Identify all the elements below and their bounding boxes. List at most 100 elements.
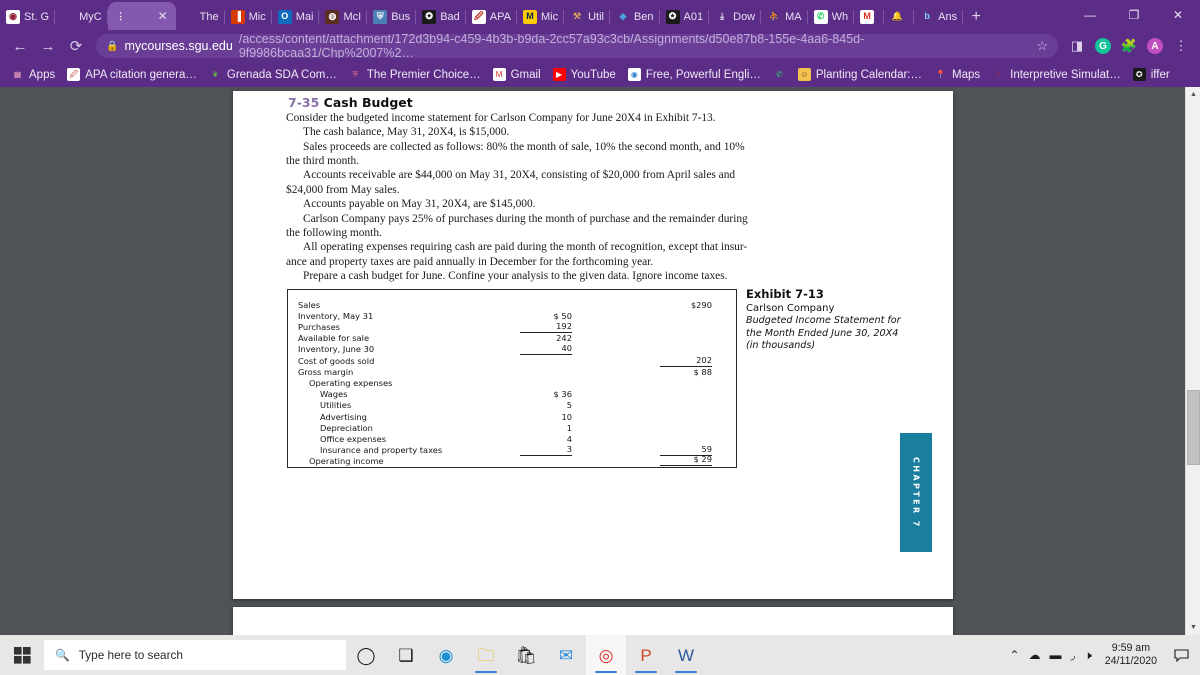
file-explorer-icon[interactable]: 🗀 bbox=[466, 635, 506, 675]
taskbar-clock[interactable]: 9:59 am 24/11/2020 bbox=[1101, 642, 1161, 668]
task-view-icon[interactable]: ❑ bbox=[386, 635, 426, 675]
browser-tab-11[interactable]: ⚒ Util bbox=[564, 3, 610, 30]
generic-page-icon bbox=[182, 10, 196, 24]
statement-col1-value: 1 bbox=[566, 422, 572, 433]
page-scrollbar[interactable]: ▲ ▼ bbox=[1185, 87, 1200, 635]
powerpoint-icon[interactable]: P bbox=[626, 635, 666, 675]
bookmark-label: The Premier Choice… bbox=[366, 68, 481, 81]
back-icon[interactable]: ← bbox=[6, 32, 34, 60]
volume-icon[interactable]: 🕨 bbox=[1084, 648, 1092, 663]
statement-row-label: Gross margin bbox=[298, 366, 354, 377]
bookmark-item-0[interactable]: ▦ Apps bbox=[6, 66, 60, 83]
browser-tab-1[interactable]: MyC bbox=[55, 3, 108, 30]
browser-tab-2[interactable]: ⋮ ✕ bbox=[107, 2, 176, 30]
whatsapp-icon: ✆ bbox=[813, 9, 828, 24]
address-bar[interactable]: 🔒 mycourses.sgu.edu/access/content/attac… bbox=[96, 34, 1058, 58]
exhibit-subtitle-line-1: Budgeted Income Statement for bbox=[746, 315, 901, 326]
bookmark-item-1[interactable]: 🖉 APA citation genera… bbox=[62, 66, 202, 83]
bookmark-item-7[interactable]: ✆ bbox=[768, 66, 791, 83]
youtube-icon: ▶ bbox=[552, 68, 566, 81]
maximize-window-button[interactable]: ❐ bbox=[1112, 0, 1156, 30]
browser-tab-12[interactable]: ◆ Ben bbox=[610, 3, 660, 30]
browser-tab-3[interactable]: The bbox=[176, 3, 225, 30]
bookmark-item-2[interactable]: ❦ Grenada SDA Com… bbox=[204, 66, 342, 83]
statement-row: Operating income $ 29 bbox=[288, 454, 736, 469]
bookmark-item-4[interactable]: M Gmail bbox=[488, 66, 546, 83]
statement-row-label: Available for sale bbox=[298, 333, 370, 344]
pdf-viewer: 7-35 Cash Budget Consider the budgeted i… bbox=[0, 87, 1200, 635]
new-tab-button[interactable]: + bbox=[963, 4, 989, 30]
close-window-button[interactable]: ✕ bbox=[1156, 0, 1200, 30]
bookmark-label: Gmail bbox=[510, 68, 541, 81]
extensions-puzzle-icon[interactable]: 🧩 bbox=[1116, 33, 1142, 59]
battery-icon[interactable]: ▬ bbox=[1050, 648, 1062, 662]
gem-icon: ◆ bbox=[619, 11, 627, 21]
bookmark-item-11[interactable]: ✪ iffer bbox=[1128, 66, 1175, 83]
forward-icon[interactable]: → bbox=[34, 32, 62, 60]
grammarly-icon[interactable]: G bbox=[1090, 33, 1116, 59]
browser-tab-label: Wh bbox=[831, 10, 849, 23]
scrollbar-thumb[interactable] bbox=[1187, 390, 1200, 465]
cortana-icon[interactable]: ◯ bbox=[346, 635, 386, 675]
bookmark-item-10[interactable]: ⅰ Interpretive Simulat… bbox=[987, 66, 1126, 83]
profile-avatar-icon[interactable]: A bbox=[1142, 33, 1168, 59]
bookmark-item-6[interactable]: ◉ Free, Powerful Engli… bbox=[623, 66, 766, 83]
word-icon[interactable]: W bbox=[666, 635, 706, 675]
mail-icon[interactable]: ✉ bbox=[546, 635, 586, 675]
browser-tab-16[interactable]: ✆ Wh bbox=[808, 3, 855, 30]
bookmark-star-icon[interactable]: ☆ bbox=[1036, 38, 1048, 54]
whatsapp-icon: ✆ bbox=[776, 69, 783, 79]
browser-tab-10[interactable]: M Mic bbox=[517, 3, 565, 30]
browser-tab-19[interactable]: b Ans bbox=[914, 3, 964, 30]
browser-tab-17[interactable]: M bbox=[854, 3, 885, 30]
statement-row-label: Inventory, May 31 bbox=[298, 310, 374, 321]
google-chrome-icon[interactable]: ◎ bbox=[586, 635, 626, 675]
mcgraw-icon: ◍ bbox=[325, 9, 340, 24]
browser-tab-6[interactable]: ◍ McI bbox=[319, 3, 367, 30]
statement-row-label: Office expenses bbox=[320, 433, 387, 444]
browser-tab-14[interactable]: ⤓ Dow bbox=[709, 3, 762, 30]
statement-row-label: Wages bbox=[320, 389, 348, 400]
simulation-icon: ⅰ bbox=[997, 69, 1000, 79]
problem-paragraph-4: Accounts payable on May 31, 20X4, are $1… bbox=[303, 198, 536, 211]
clock-date: 24/11/2020 bbox=[1104, 655, 1157, 667]
onedrive-icon[interactable]: ☁ bbox=[1029, 648, 1041, 662]
problem-paragraph-3: Accounts receivable are $44,000 on May 3… bbox=[286, 169, 736, 196]
browser-tab-5[interactable]: O Mai bbox=[272, 3, 320, 30]
chapter-tab: CHAPTER 7 bbox=[900, 433, 932, 552]
reading-list-icon[interactable]: ◨ bbox=[1064, 33, 1090, 59]
browser-tab-13[interactable]: ✪ A01 bbox=[660, 3, 710, 30]
reload-icon[interactable]: ⟳ bbox=[62, 32, 90, 60]
minimize-window-button[interactable]: — bbox=[1068, 0, 1112, 30]
microsoft-store-icon[interactable]: 🛍 bbox=[506, 635, 546, 675]
browser-tab-15[interactable]: ⛹ MA bbox=[761, 3, 808, 30]
browser-tab-9[interactable]: 🖉 APA bbox=[466, 3, 517, 30]
gmail-icon: M bbox=[492, 68, 506, 81]
browser-tab-0[interactable]: ◉ St. G bbox=[0, 3, 56, 30]
taskbar-search-box[interactable]: 🔍 Type here to search bbox=[44, 640, 346, 670]
bookmark-item-9[interactable]: 📍 Maps bbox=[929, 66, 985, 83]
problem-paragraph-5: Carlson Company pays 25% of purchases du… bbox=[286, 212, 748, 239]
generic-page-icon bbox=[61, 10, 75, 24]
bookmark-item-5[interactable]: ▶ YouTube bbox=[548, 66, 621, 83]
scroll-up-icon[interactable]: ▲ bbox=[1186, 87, 1200, 102]
browser-tab-8[interactable]: ✪ Bad bbox=[416, 3, 466, 30]
bookmark-item-3[interactable]: ⛨ The Premier Choice… bbox=[344, 66, 486, 83]
browser-tab-label: Mic bbox=[248, 10, 266, 23]
browser-tab-7[interactable]: ⛨ Bus bbox=[367, 3, 417, 30]
loading-icon: ⋮ bbox=[116, 10, 126, 21]
close-tab-icon[interactable]: ✕ bbox=[156, 9, 170, 23]
start-button[interactable] bbox=[0, 635, 44, 675]
browser-tab-18[interactable]: 🔔 bbox=[884, 3, 915, 30]
bookmark-item-8[interactable]: ☺ Planting Calendar:… bbox=[793, 66, 927, 83]
show-hidden-icons-chevron[interactable]: ⌃ bbox=[1009, 648, 1019, 662]
mail-icon-glyph: ✉ bbox=[558, 645, 574, 665]
office-icon: ▐ bbox=[230, 9, 245, 24]
browser-tab-4[interactable]: ▐ Mic bbox=[225, 3, 272, 30]
scroll-down-icon[interactable]: ▼ bbox=[1186, 620, 1200, 635]
chrome-menu-icon[interactable]: ⋮ bbox=[1168, 33, 1194, 59]
microsoft-edge-icon[interactable]: ◉ bbox=[426, 635, 466, 675]
wifi-icon[interactable]: ◞ bbox=[1071, 648, 1076, 662]
notifications-icon[interactable] bbox=[1170, 648, 1192, 662]
windows-logo-icon bbox=[13, 646, 31, 664]
